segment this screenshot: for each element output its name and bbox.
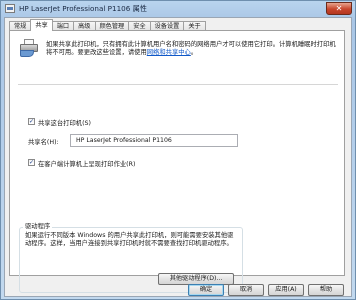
share-name-input[interactable]: HP LaserJet Professional P1106	[70, 134, 238, 147]
intro-text-end: 。	[190, 49, 198, 57]
sharing-intro-text: 如果共享此打印机，只有拥有此计算机用户名和密码的网络用户才可以使用它打印。计算机…	[46, 41, 338, 58]
sharing-panel: 如果共享此打印机，只有拥有此计算机用户名和密码的网络用户才可以使用它打印。计算机…	[9, 30, 345, 293]
dialog-client-area: 常规 共享 端口 高级 颜色管理 安全 设备设置 关于 如果共享此打印机，只有拥…	[4, 17, 352, 297]
drivers-description: 如果运行不同版本 Windows 的用户共享此打印机，则可能需要安装其他驱动程序…	[25, 232, 234, 248]
drivers-group-title: 驱动程序	[23, 221, 53, 230]
help-button[interactable]: 帮助	[308, 284, 344, 296]
render-jobs-label[interactable]: 在客户端计算机上呈现打印作业(R)	[38, 159, 135, 168]
share-printer-label[interactable]: 共享这台打印机(S)	[38, 118, 91, 127]
printer-app-icon	[5, 4, 15, 13]
cancel-button[interactable]: 取消	[228, 284, 264, 296]
properties-window: HP LaserJet Professional P1106 属性 ✕ 常规 共…	[0, 0, 356, 300]
title-bar[interactable]: HP LaserJet Professional P1106 属性 ✕	[1, 1, 355, 17]
close-button[interactable]: ✕	[326, 2, 352, 15]
tab-sharing[interactable]: 共享	[30, 19, 53, 31]
apply-button[interactable]: 应用(A)	[268, 284, 304, 296]
window-title: HP LaserJet Professional P1106 属性	[19, 4, 147, 13]
divider	[18, 84, 338, 85]
render-jobs-checkbox[interactable]: ✓	[28, 159, 35, 166]
share-printer-checkbox[interactable]: ✓	[28, 118, 35, 125]
ok-button[interactable]: 确定	[188, 284, 224, 296]
network-sharing-center-link[interactable]: 网络和共享中心	[147, 49, 191, 56]
shared-printer-icon	[20, 39, 38, 57]
share-name-label: 共享名(H):	[28, 139, 59, 146]
